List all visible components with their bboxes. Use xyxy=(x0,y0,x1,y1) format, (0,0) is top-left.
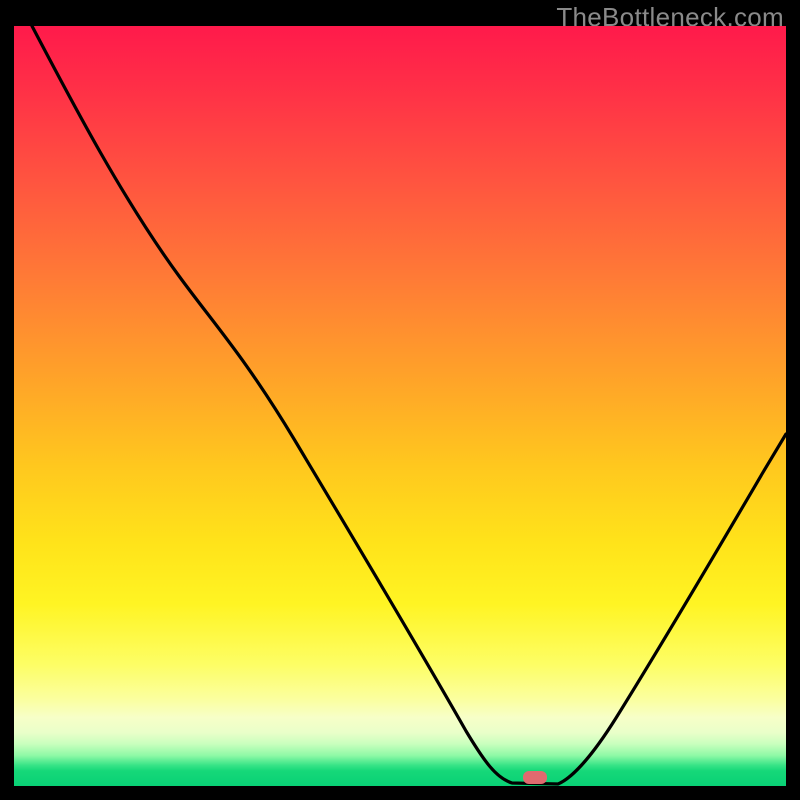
plot-area xyxy=(14,26,786,786)
curve-path xyxy=(32,26,786,784)
chart-container: TheBottleneck.com xyxy=(0,0,800,800)
optimal-point-marker xyxy=(523,771,547,784)
bottleneck-curve xyxy=(14,26,786,786)
